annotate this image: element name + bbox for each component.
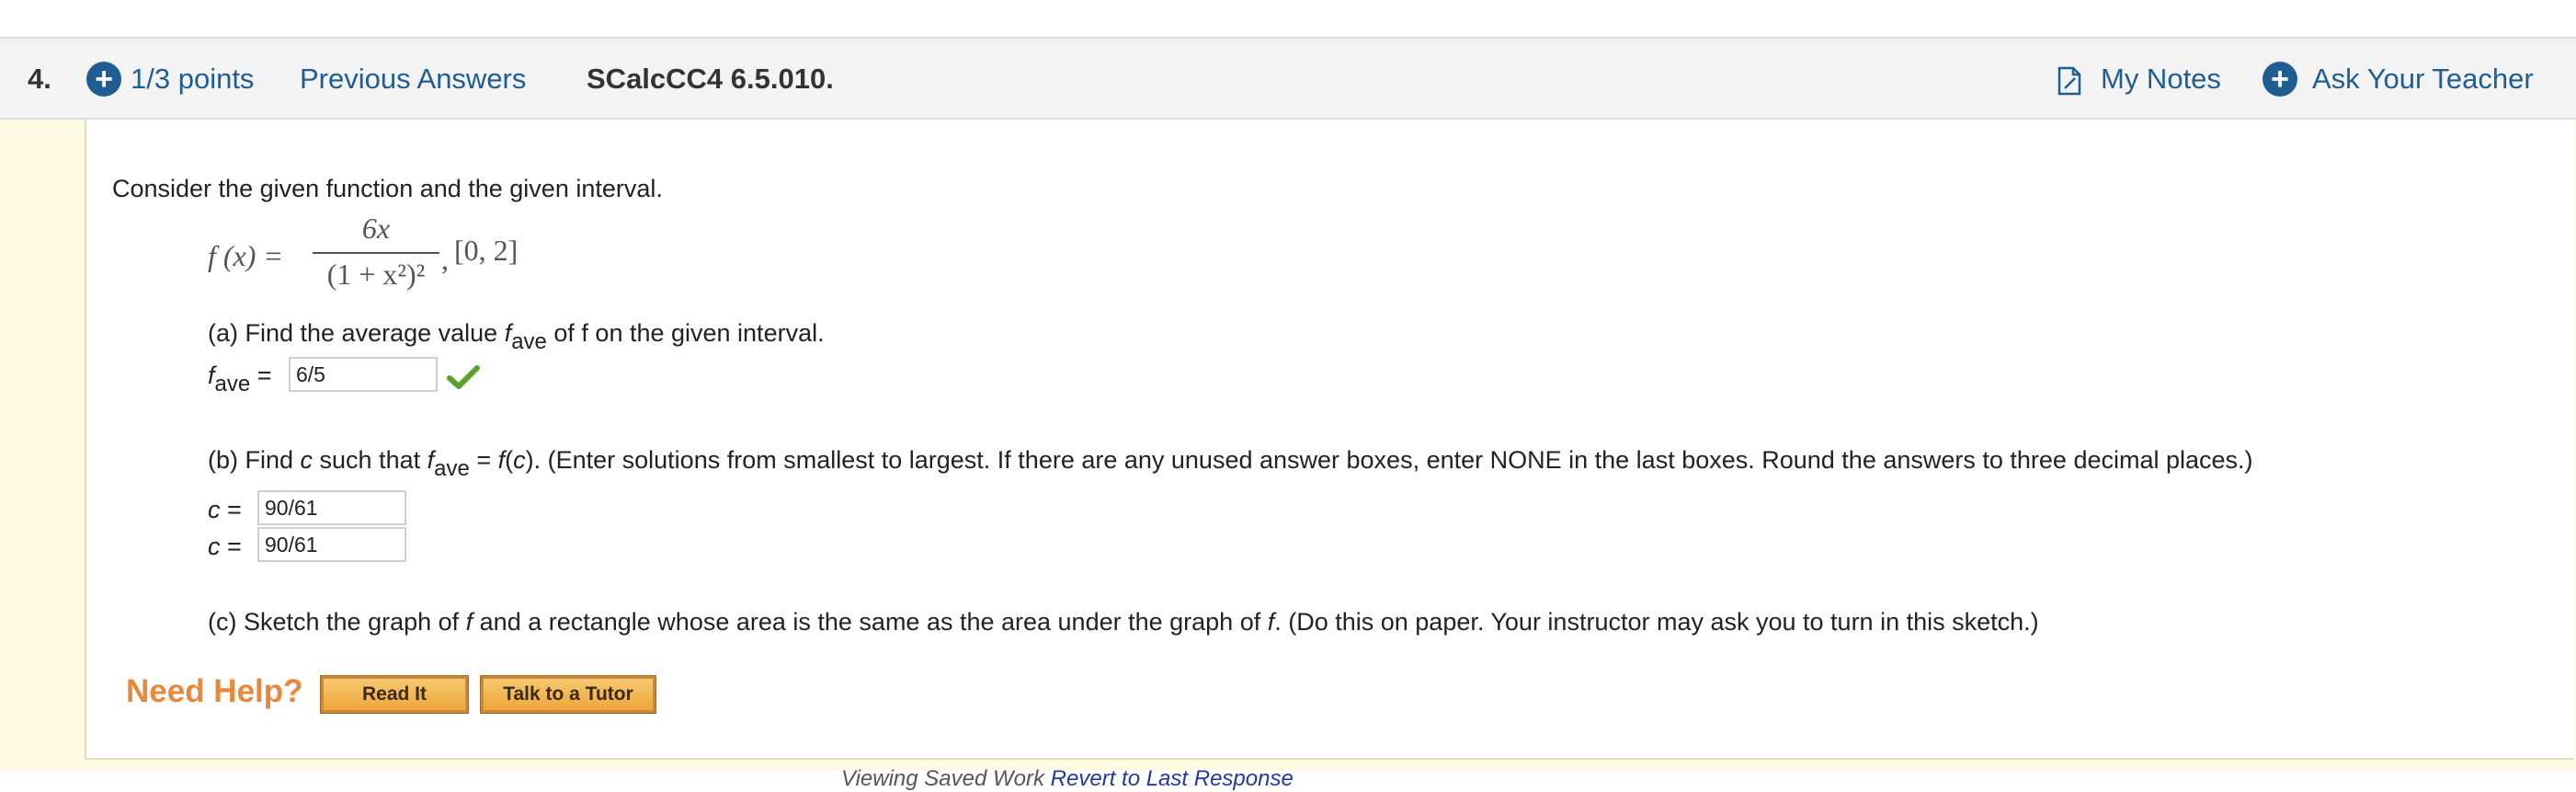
ask-teacher-link[interactable]: Ask Your Teacher xyxy=(2312,59,2534,99)
part-c-prompt: (c) Sketch the graph of f and a rectangl… xyxy=(208,608,2039,636)
question-header: 4. + 1/3 points Previous Answers SCalcCC… xyxy=(0,39,2576,120)
question-number: 4. xyxy=(28,63,51,95)
checkmark-icon xyxy=(447,365,480,389)
problem-code: SCalcCC4 6.5.010. xyxy=(587,63,834,95)
part-b-prompt: (b) Find c such that fave = f(c). (Enter… xyxy=(208,446,2253,481)
function-fraction: 6x (1 + x²)² xyxy=(313,212,439,304)
plus-circle-icon[interactable]: + xyxy=(86,62,121,97)
plus-circle-icon[interactable]: + xyxy=(2263,62,2297,97)
fraction-denominator: (1 + x²)² xyxy=(326,258,426,291)
previous-answers-link[interactable]: Previous Answers xyxy=(300,59,526,99)
question-body: Consider the given function and the give… xyxy=(85,120,2574,760)
saved-work-footer: Viewing Saved Work Revert to Last Respon… xyxy=(841,766,1294,792)
my-notes-link[interactable]: My Notes xyxy=(2101,59,2221,99)
viewing-saved-work-text: Viewing Saved Work xyxy=(841,766,1051,791)
read-it-button[interactable]: Read It xyxy=(320,675,469,714)
need-help-label: Need Help? xyxy=(126,673,303,709)
fave-label: fave = xyxy=(208,362,272,396)
points-link[interactable]: 1/3 points xyxy=(131,59,254,99)
interval: [0, 2] xyxy=(454,234,519,267)
c-answer-input-2[interactable] xyxy=(257,527,406,562)
notes-icon[interactable] xyxy=(2057,66,2082,96)
c-label-1: c = xyxy=(208,496,242,523)
problem-intro: Consider the given function and the give… xyxy=(112,175,663,202)
c-answer-input-1[interactable] xyxy=(257,490,406,525)
c-label-2: c = xyxy=(208,533,242,560)
talk-to-tutor-button[interactable]: Talk to a Tutor xyxy=(480,675,656,714)
part-a-prompt: (a) Find the average value fave of f on … xyxy=(208,319,825,354)
revert-link[interactable]: Revert to Last Response xyxy=(1051,766,1294,791)
function-lhs: f (x) = xyxy=(208,239,283,272)
fraction-bar xyxy=(313,252,439,254)
fave-answer-input[interactable] xyxy=(289,357,438,392)
fraction-numerator: 6x xyxy=(361,212,391,245)
question-container: 4. + 1/3 points Previous Answers SCalcCC… xyxy=(0,37,2576,791)
function-comma: , xyxy=(441,243,449,276)
